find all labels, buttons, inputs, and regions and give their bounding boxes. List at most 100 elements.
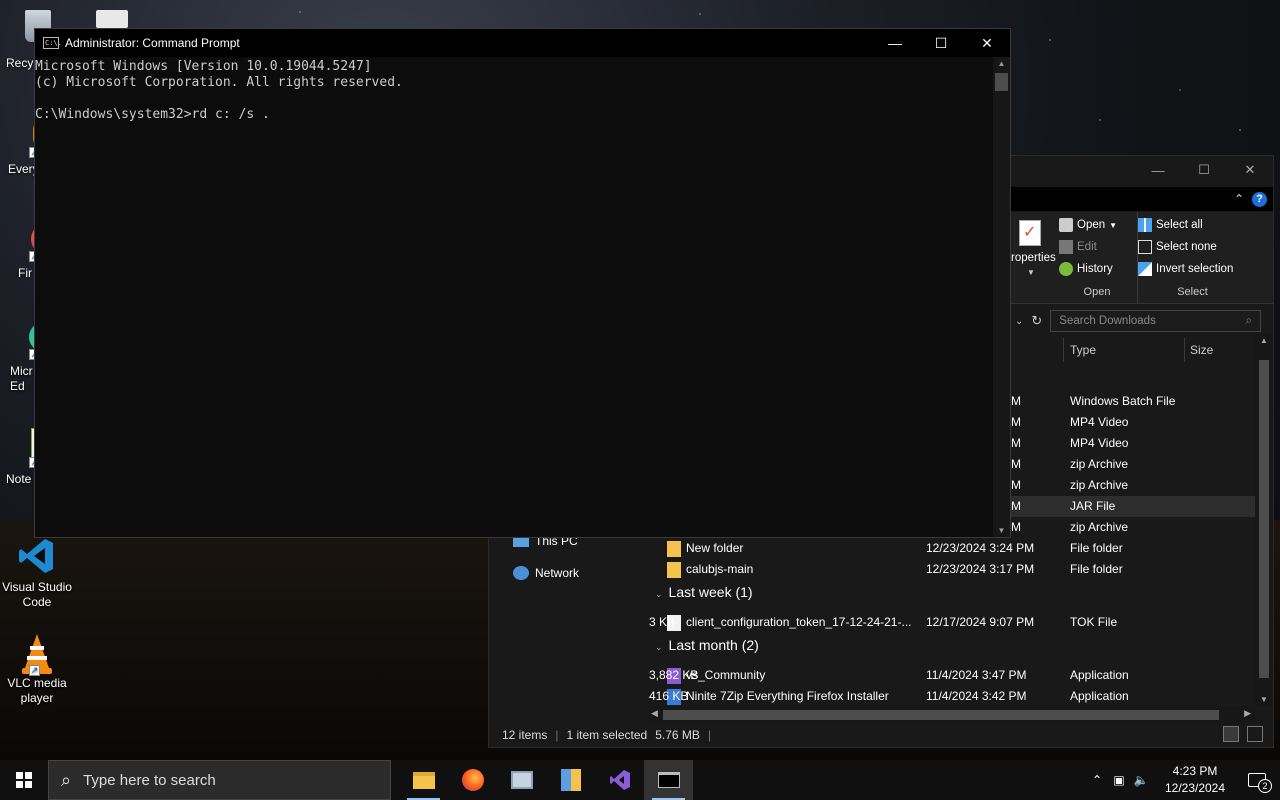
cmd-minimize-button[interactable]: — [872,29,918,57]
group-label: Last month (2) [668,637,759,653]
console-line: (c) Microsoft Corporation. All rights re… [35,75,403,90]
select-all-button[interactable]: Select all [1138,214,1247,236]
desktop-icon-vlc[interactable]: ↗ VLC media player [0,632,74,706]
row-date: 12/23/2024 3:24 PM [926,541,1035,555]
cmd-titlebar[interactable]: C:\. Administrator: Command Prompt — ☐ ✕ [35,29,1010,57]
details-view-icon[interactable] [1223,726,1239,742]
history-button[interactable]: History [1059,258,1135,280]
navigation-pane: This PC Network [489,526,647,716]
help-icon[interactable]: ? [1252,191,1267,207]
system-app-icon [510,771,533,789]
column-type[interactable]: Type [1070,343,1096,357]
row-name: client_configuration_token_17-12-24-21-.… [686,615,912,629]
explorer-close-button[interactable]: ✕ [1227,156,1273,184]
row-type: JAR File [1070,499,1116,513]
invert-selection-button[interactable]: Invert selection [1138,258,1247,280]
console-command-line: C:\Windows\system32>rd c: /s . [35,107,270,122]
nav-item-network[interactable]: Network [513,566,579,580]
ribbon: ✓ roperties ▼ Open ▼ Edit History Open Se… [1011,212,1273,304]
file-list-vertical-scrollbar[interactable]: ▲ ▼ [1255,334,1273,706]
group-header-last-week[interactable]: ⌄ Last week (1) [655,584,753,600]
row-type: zip Archive [1070,478,1129,492]
cmd-close-button[interactable]: ✕ [964,29,1010,57]
windows-logo-icon [16,772,32,788]
vscode-icon [17,536,57,576]
firefox-icon [461,769,484,791]
row-date: 11/4/2024 3:47 PM [926,668,1027,682]
row-type: File folder [1070,541,1123,555]
invert-selection-icon [1138,262,1152,276]
taskbar-app-4[interactable] [546,760,595,800]
open-group: Open ▼ Edit History Open [1059,212,1135,304]
taskbar-app-3[interactable] [497,760,546,800]
open-button[interactable]: Open ▼ [1059,214,1135,236]
explorer-titlebar: — ☐ ✕ [1011,156,1273,186]
table-row[interactable]: Ninite 7Zip Everything Firefox Installer… [649,686,1255,707]
selection-count: 1 item selected [566,727,648,742]
cmd-maximize-button[interactable]: ☐ [918,29,964,57]
row-type: Application [1070,689,1129,703]
taskbar-firefox[interactable] [448,760,497,800]
select-none-button[interactable]: Select none [1138,236,1247,258]
history-icon [1059,262,1073,276]
network-icon[interactable]: ▣ [1108,773,1130,787]
taskbar-search-input[interactable]: ⌕ Type here to search [48,760,391,800]
properties-button[interactable]: roperties [1011,252,1056,264]
start-button[interactable] [0,760,48,800]
row-type: MP4 Video [1070,415,1129,429]
volume-muted-icon[interactable]: 🔈 [1130,773,1152,787]
open-group-label: Open [1083,286,1111,298]
vlc-icon: ↗ [17,632,57,676]
select-all-icon [1138,218,1152,232]
search-icon: ⌕ [1245,314,1252,327]
selection-size: 5.76 MB [655,727,700,742]
clock[interactable]: 4:23 PM 12/23/2024 [1156,763,1234,797]
row-date: 12/23/2024 3:17 PM [926,562,1035,576]
show-hidden-icons-icon[interactable]: ⌃ [1086,773,1108,787]
cmd-console[interactable]: Microsoft Windows [Version 10.0.19044.52… [35,57,993,537]
edit-icon [1059,240,1073,254]
row-type: Windows Batch File [1070,394,1176,408]
group-header-last-month[interactable]: ⌄ Last month (2) [655,637,759,653]
select-none-icon [1138,240,1152,254]
address-dropdown-icon[interactable]: ⌄ [1015,316,1023,327]
system-tray: ⌃ ▣ 🔈 4:23 PM 12/23/2024 2 [1086,760,1280,800]
desktop-icon-vscode[interactable]: Visual Studio Code [0,536,74,610]
refresh-icon[interactable]: ↻ [1031,313,1042,329]
command-prompt-icon [657,772,680,788]
explorer-maximize-button[interactable]: ☐ [1181,156,1227,184]
desktop-file-icon[interactable] [96,10,128,28]
row-type: zip Archive [1070,457,1129,471]
search-input[interactable]: Search Downloads ⌕ [1050,310,1261,332]
row-type: TOK File [1070,615,1118,629]
taskbar-command-prompt[interactable] [644,760,693,800]
folder-icon [667,562,681,578]
collapse-ribbon-icon[interactable]: ⌃ [1234,192,1244,206]
column-size[interactable]: Size [1190,343,1213,357]
large-icons-view-icon[interactable] [1247,726,1263,742]
visual-studio-icon [609,770,630,790]
table-row[interactable]: client_configuration_token_17-12-24-21-.… [649,612,1255,633]
properties-group: ✓ roperties ▼ [1011,212,1057,304]
table-row[interactable]: New folder 12/23/2024 3:24 PM File folder [649,538,1255,559]
taskbar-visual-studio[interactable] [595,760,644,800]
cmd-title: Administrator: Command Prompt [65,36,240,50]
edit-button[interactable]: Edit [1059,236,1135,258]
group-label: Last week (1) [668,584,753,600]
cmd-scrollbar[interactable]: ▲ ▼ [993,57,1010,537]
row-size: 416 KB [649,689,689,703]
action-center-button[interactable]: 2 [1234,760,1280,800]
notification-count-badge: 2 [1258,779,1272,793]
row-size: 3,882 KB [649,668,699,682]
taskbar-file-explorer[interactable] [399,760,448,800]
table-row[interactable]: vs_Community 11/4/2024 3:47 PM Application… [649,665,1255,686]
properties-icon[interactable]: ✓ [1019,220,1041,246]
table-row[interactable]: calubjs-main 12/23/2024 3:17 PM File folde… [649,559,1255,580]
cmd-app-icon: C:\. [43,37,62,49]
row-type: File folder [1070,562,1123,576]
explorer-minimize-button[interactable]: — [1135,156,1181,184]
command-prompt-window: C:\. Administrator: Command Prompt — ☐ ✕… [34,28,1011,538]
status-bar: 12 items | 1 item selected 5.76 MB | [489,722,1273,747]
console-line: Microsoft Windows [Version 10.0.19044.52… [35,59,372,74]
